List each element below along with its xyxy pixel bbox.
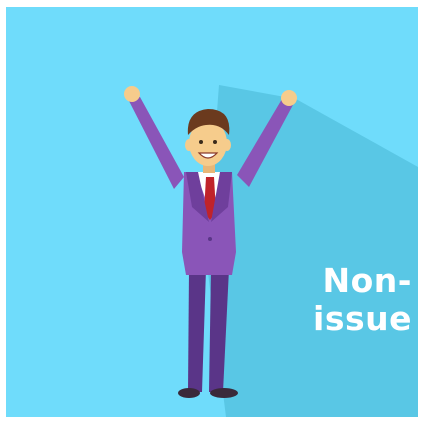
right-eye <box>213 140 217 144</box>
left-eye <box>199 140 203 144</box>
caption-line-2: issue <box>313 299 412 338</box>
caption: Non- issue <box>252 262 412 338</box>
image-frame: Non- issue <box>0 0 423 425</box>
left-shoe <box>178 388 200 398</box>
right-shoe <box>210 388 238 398</box>
caption-line-1: Non- <box>322 261 412 300</box>
cheering-man-icon <box>6 7 418 417</box>
left-fist <box>124 86 140 102</box>
right-ear <box>223 139 231 151</box>
illustration-panel: Non- issue <box>6 7 418 417</box>
button <box>208 237 212 241</box>
right-fist <box>281 90 297 106</box>
left-ear <box>185 139 193 151</box>
